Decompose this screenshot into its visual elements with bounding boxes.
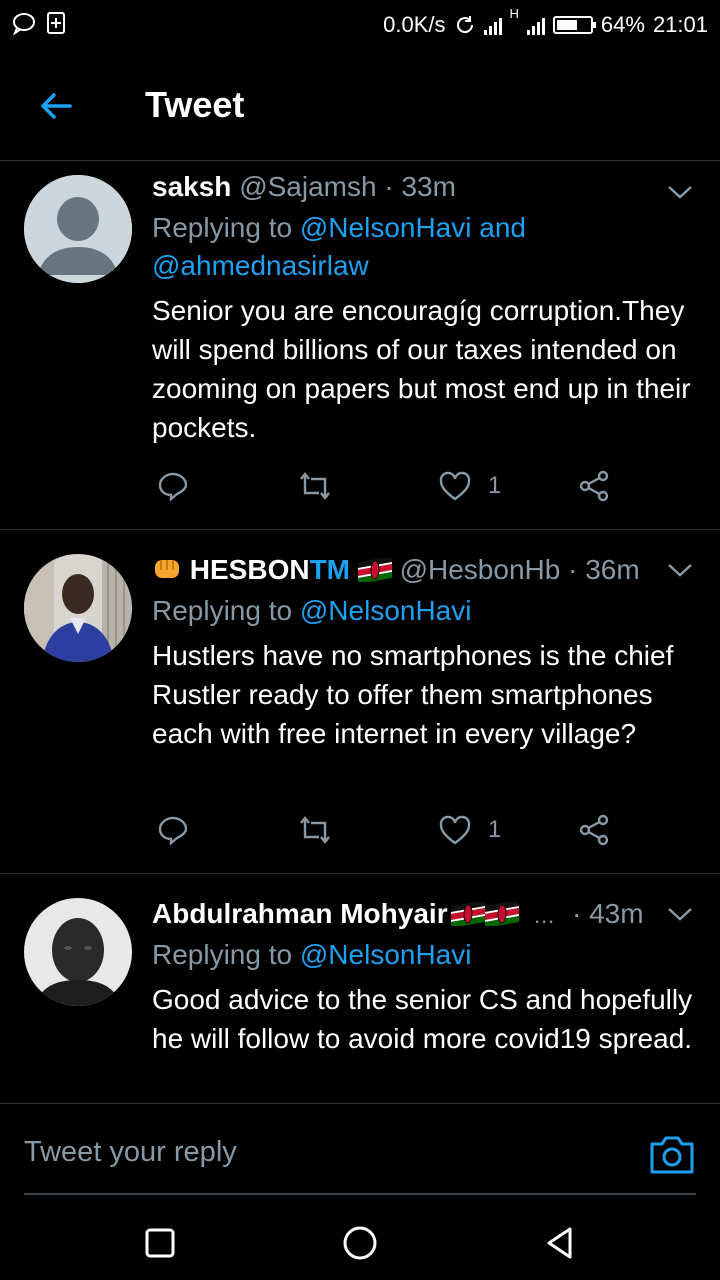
sync-icon [456,16,473,34]
profile-photo [24,554,132,662]
chevron-down-icon[interactable] [666,182,694,202]
reply-icon[interactable] [157,814,189,846]
replying-to: Replying to @NelsonHavi [152,936,697,974]
share-icon[interactable] [578,814,610,846]
tweet-text: Hustlers have no smartphones is the chie… [152,640,674,749]
page-title: Tweet [145,84,245,125]
handle[interactable]: @Sajamsh [239,171,376,202]
input-underline [24,1193,696,1195]
reply-icon[interactable] [157,470,189,502]
fist-emoji-icon [155,560,179,578]
mention-link[interactable]: @NelsonHavi [300,939,472,970]
kenya-flag-icon [357,556,392,584]
avatar[interactable] [24,898,132,1006]
network-speed: 0.0K/s [383,12,446,37]
profile-photo [24,898,132,1006]
like-icon[interactable] [438,814,472,846]
tweet-header: HESBONTM @HesbonHb · 36m [152,552,697,588]
back-icon[interactable] [542,1225,578,1261]
mention-link[interactable]: @NelsonHavi [300,595,472,626]
name-ellipsis: … [533,903,556,928]
chat-bubble-icon [13,13,35,35]
tweet-header: Abdulrahman Mohyair … · 43m [152,896,697,932]
kenya-flag-icon [451,900,486,928]
display-name[interactable]: Abdulrahman Mohyair [152,898,448,929]
replying-to: Replying to @NelsonHavi and @ahmednasirl… [152,209,697,285]
back-arrow-icon[interactable] [36,86,76,126]
battery-percent: 64% [600,12,645,37]
avatar[interactable] [24,175,132,283]
tweet-text: Good advice to the senior CS and hopeful… [152,984,693,1054]
camera-icon[interactable] [648,1132,696,1176]
like-count: 1 [488,472,502,499]
reply-composer: Tweet your reply [0,1103,720,1204]
replying-prefix: Replying to [152,939,293,970]
tweet-card[interactable]: Abdulrahman Mohyair … · 43m Replying to … [0,874,720,1102]
network-type: H [509,6,519,21]
reply-input[interactable]: Tweet your reply [24,1136,237,1169]
like-icon[interactable] [438,470,472,502]
recents-icon[interactable] [142,1225,178,1261]
replying-to: Replying to @NelsonHavi [152,592,697,630]
like-count: 1 [488,816,502,843]
status-bar: 0.0K/s H 64% 21:01 [0,0,720,50]
replying-prefix: Replying to [152,212,293,243]
handle[interactable]: @HesbonHb [400,554,561,585]
timestamp: · 43m [572,898,644,929]
display-name[interactable]: saksh [152,171,231,202]
retweet-icon[interactable] [297,814,333,846]
chevron-down-icon[interactable] [666,560,694,580]
signal-icon [483,15,502,35]
top-bar: Tweet [0,50,720,161]
tweet-text: Senior you are encouragíg corruption.The… [152,295,691,443]
display-name[interactable]: HESBON [190,554,310,585]
avatar[interactable] [24,554,132,662]
default-avatar-icon [24,175,132,283]
kenya-flag-icon [485,900,520,928]
signal-2-icon [526,15,545,35]
timestamp: · 33m [384,171,456,202]
share-icon[interactable] [578,470,610,502]
tweet-card[interactable]: HESBONTM @HesbonHb · 36m Replying to @Ne… [0,530,720,874]
tweet-header: saksh @Sajamsh · 33m [152,169,697,205]
timestamp: · 36m [568,554,640,585]
tweet-card[interactable]: saksh @Sajamsh · 33m Replying to @Nelson… [0,160,720,530]
home-icon[interactable] [342,1225,378,1261]
battery-icon [552,16,596,34]
chevron-down-icon[interactable] [666,904,694,924]
clock: 21:01 [652,12,708,37]
sim-card-icon [47,12,65,34]
system-nav-bar [0,1203,720,1280]
retweet-icon[interactable] [297,470,333,502]
replying-prefix: Replying to [152,595,293,626]
display-name-suffix: TM [309,554,351,585]
